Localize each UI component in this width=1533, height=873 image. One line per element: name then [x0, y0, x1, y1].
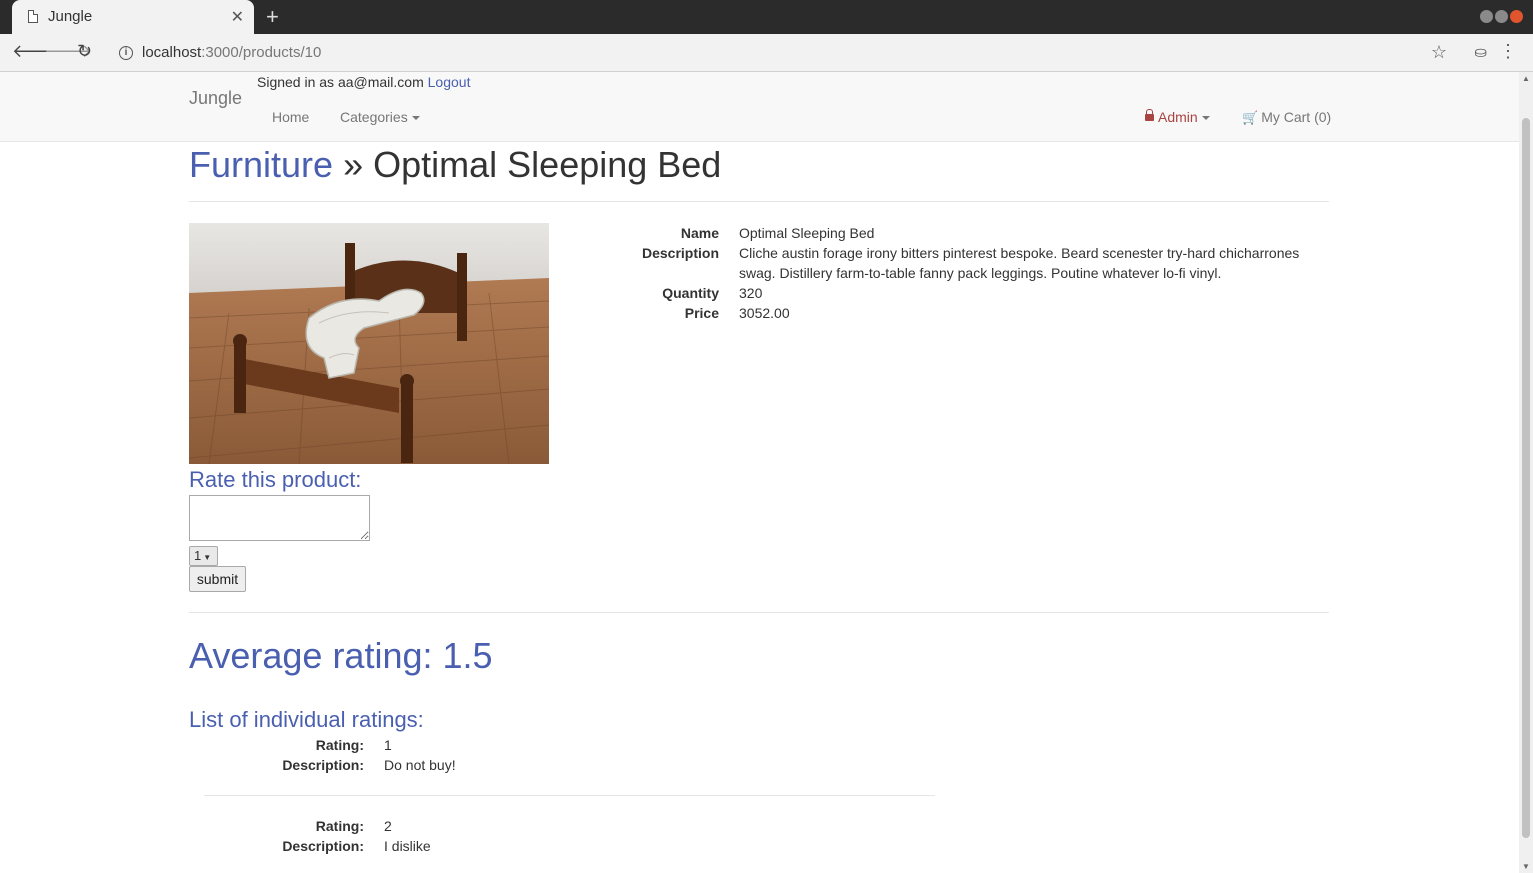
address-bar[interactable]: localhost:3000/products/10	[142, 44, 321, 61]
category-link[interactable]: Furniture	[189, 144, 333, 185]
average-rating-heading: Average rating: 1.5	[189, 635, 493, 676]
browser-tab[interactable]: Jungle ✕	[12, 0, 254, 34]
name-value: Optimal Sleeping Bed	[739, 225, 875, 241]
logout-link[interactable]: Logout	[428, 74, 471, 90]
rating-select-value: 1	[194, 548, 202, 563]
rating-description-label: Description:	[282, 757, 364, 773]
rating-value: 2	[384, 818, 392, 834]
rating-description-value: I dislike	[384, 838, 431, 854]
extension-icon[interactable]: ⛀	[1474, 43, 1487, 61]
cart-label: My Cart (0)	[1261, 109, 1332, 125]
page-viewport: Jungle Signed in as aa@mail.com Logout H…	[0, 72, 1519, 873]
nav-categories-dropdown[interactable]: Categories	[340, 109, 420, 125]
scrollbar-thumb[interactable]	[1522, 118, 1530, 838]
description-value: Cliche austin forage irony bitters pinte…	[739, 245, 1300, 281]
page-scrollbar[interactable]: ▲ ▼	[1519, 72, 1533, 873]
admin-label: Admin	[1158, 109, 1198, 125]
product-image	[189, 223, 549, 464]
rating-value: 1	[384, 737, 392, 753]
browser-toolbar: 🡐 🡒 ↻ i localhost:3000/products/10 ☆ ⛀ ⋮	[0, 34, 1533, 72]
window-controls	[1480, 10, 1523, 23]
product-details: Name Optimal Sleeping Bed Description Clic…	[600, 223, 1330, 323]
new-tab-button[interactable]: +	[266, 4, 279, 30]
price-value: 3052.00	[739, 305, 790, 321]
close-tab-icon[interactable]: ✕	[231, 7, 244, 27]
signed-in-status: Signed in as aa@mail.com Logout	[257, 74, 470, 90]
nav-cart-link[interactable]: 🛒 My Cart (0)	[1242, 109, 1331, 126]
rating-label: Rating:	[315, 818, 364, 834]
page-title: Furniture » Optimal Sleeping Bed	[189, 144, 721, 186]
tab-title: Jungle	[48, 8, 93, 25]
bookmark-star-icon[interactable]: ☆	[1431, 42, 1447, 63]
reload-icon[interactable]: ↻	[77, 41, 92, 62]
page-icon	[28, 10, 38, 23]
rating-description-textarea[interactable]	[189, 495, 370, 541]
maximize-button[interactable]	[1495, 10, 1508, 23]
quantity-value: 320	[739, 285, 763, 301]
caret-down-icon	[411, 116, 420, 121]
menu-kebab-icon[interactable]: ⋮	[1499, 41, 1517, 62]
divider	[189, 201, 1329, 202]
browser-tabstrip: Jungle ✕ +	[0, 0, 1533, 34]
divider	[204, 795, 935, 796]
minimize-button[interactable]	[1480, 10, 1493, 23]
product-title: Optimal Sleeping Bed	[373, 144, 722, 185]
rate-product-heading: Rate this product:	[189, 467, 362, 492]
description-label: Description	[641, 245, 719, 261]
signed-in-text: Signed in as aa@mail.com	[257, 74, 424, 90]
name-label: Name	[680, 225, 719, 241]
rating-label: Rating:	[315, 737, 364, 753]
shopping-cart-icon: 🛒	[1242, 110, 1259, 125]
caret-down-icon	[1201, 116, 1210, 121]
submit-rating-button[interactable]: submit	[189, 566, 246, 592]
navbar: Jungle Signed in as aa@mail.com Logout H…	[0, 72, 1519, 142]
rating-entry: Rating: 1 Description: Do not buy!	[189, 735, 939, 775]
categories-label: Categories	[340, 109, 408, 125]
nav-home-link[interactable]: Home	[272, 109, 309, 125]
info-icon[interactable]: i	[119, 46, 133, 60]
price-label: Price	[684, 305, 719, 321]
title-separator: »	[343, 144, 364, 185]
url-path: :3000/products/10	[201, 44, 322, 61]
rating-description-label: Description:	[282, 838, 364, 854]
divider	[189, 612, 1329, 613]
rating-select[interactable]: 1 ▼	[189, 546, 218, 566]
dropdown-arrow-icon: ▼	[203, 553, 212, 562]
quantity-label: Quantity	[662, 285, 719, 301]
url-host: localhost	[142, 44, 202, 61]
brand-link[interactable]: Jungle	[189, 88, 242, 109]
scroll-down-arrow-icon[interactable]: ▼	[1522, 862, 1530, 871]
rating-entry: Rating: 2 Description: I dislike	[189, 816, 939, 856]
scroll-up-arrow-icon[interactable]: ▲	[1522, 74, 1530, 83]
rating-description-value: Do not buy!	[384, 757, 456, 773]
ratings-list-heading: List of individual ratings:	[189, 707, 424, 732]
nav-admin-dropdown[interactable]: Admin	[1145, 109, 1210, 125]
close-window-button[interactable]	[1510, 10, 1523, 23]
lock-icon	[1145, 109, 1154, 121]
